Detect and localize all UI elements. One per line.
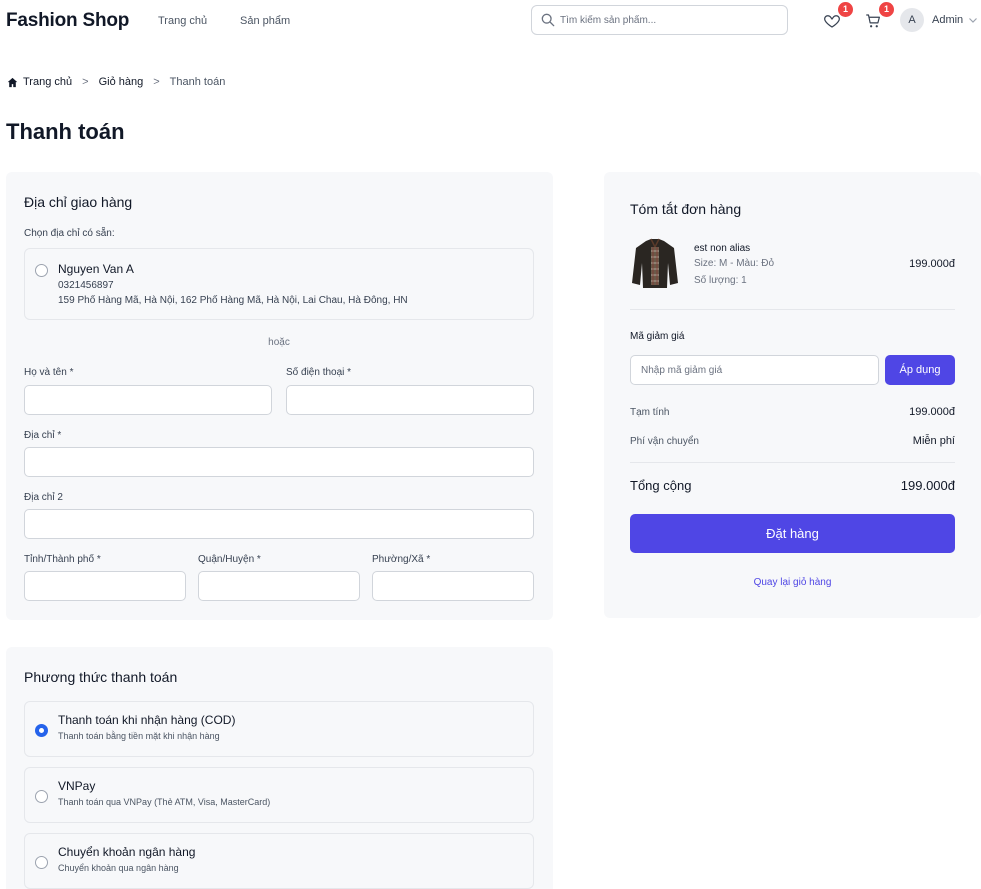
payment-option-cod[interactable]: Thanh toán khi nhận hàng (COD) Thanh toá… xyxy=(24,701,534,757)
wishlist-button[interactable]: 1 xyxy=(822,2,853,31)
city-label: Tỉnh/Thành phố * xyxy=(24,554,101,565)
shipping-title: Địa chỉ giao hàng xyxy=(24,194,133,210)
full-name-field xyxy=(24,385,272,415)
nav-products-link[interactable]: Sản phẩm xyxy=(240,15,290,27)
subtotal-value: 199.000đ xyxy=(909,406,955,418)
user-menu-name[interactable]: Admin xyxy=(932,14,963,26)
brand-logo[interactable]: Fashion Shop xyxy=(6,10,129,32)
cart-button[interactable]: 1 xyxy=(863,2,894,31)
avatar[interactable]: A xyxy=(900,8,924,32)
product-price: 199.000đ xyxy=(909,258,955,270)
product-quantity: Số lượng: 1 xyxy=(694,275,747,286)
nav-home-link[interactable]: Trang chủ xyxy=(158,15,207,27)
product-jacket-thumbnail xyxy=(630,237,680,290)
choose-address-label: Chọn địa chỉ có sẵn: xyxy=(24,228,115,239)
divider xyxy=(630,309,955,310)
page-title: Thanh toán xyxy=(6,119,125,144)
payment-option-desc: Thanh toán qua VNPay (Thẻ ATM, Visa, Mas… xyxy=(58,797,271,807)
or-divider-text: hoặc xyxy=(268,337,290,348)
chevron-right-icon: > xyxy=(153,76,160,88)
coupon-input[interactable] xyxy=(631,356,878,384)
breadcrumb-current: Thanh toán xyxy=(169,76,226,88)
payment-radio-cod[interactable] xyxy=(35,724,48,737)
breadcrumb: Trang chủ > Giỏ hàng > Thanh toán xyxy=(7,76,225,88)
address-field xyxy=(24,447,534,477)
coupon-label: Mã giảm giá xyxy=(630,331,685,342)
chevron-down-icon[interactable] xyxy=(968,15,978,25)
saved-address-name: Nguyen Van A xyxy=(58,262,134,276)
district-label: Quận/Huyện * xyxy=(198,554,261,565)
payment-option-title: Chuyển khoản ngân hàng xyxy=(58,845,196,859)
breadcrumb-home[interactable]: Trang chủ xyxy=(23,76,72,88)
saved-address-phone: 0321456897 xyxy=(58,280,114,291)
full-name-label: Họ và tên * xyxy=(24,367,74,378)
city-input[interactable] xyxy=(25,572,185,600)
district-field xyxy=(198,571,360,601)
place-order-button[interactable]: Đặt hàng xyxy=(630,514,955,553)
total-label: Tổng cộng xyxy=(630,478,692,493)
address-label: Địa chỉ * xyxy=(24,430,62,441)
shipping-fee-label: Phí vận chuyển xyxy=(630,436,699,447)
payment-radio-vnpay[interactable] xyxy=(35,790,48,803)
cart-icon xyxy=(866,14,880,28)
ward-label: Phường/Xã * xyxy=(372,554,431,565)
shipping-fee-value: Miễn phí xyxy=(912,435,955,447)
phone-input[interactable] xyxy=(287,386,533,414)
address2-field xyxy=(24,509,534,539)
payment-option-desc: Thanh toán bằng tiền mặt khi nhận hàng xyxy=(58,731,220,741)
ward-input[interactable] xyxy=(373,572,533,600)
cart-count-badge: 1 xyxy=(879,2,894,17)
product-name: est non alias xyxy=(694,243,751,254)
summary-title: Tóm tắt đơn hàng xyxy=(630,201,742,217)
search-input[interactable] xyxy=(560,11,780,29)
apply-coupon-button[interactable]: Áp dụng xyxy=(885,355,955,385)
phone-field xyxy=(286,385,534,415)
breadcrumb-cart[interactable]: Giỏ hàng xyxy=(99,76,144,88)
saved-address-line: 159 Phố Hàng Mã, Hà Nội, 162 Phố Hàng Mã… xyxy=(58,295,408,306)
coupon-field xyxy=(630,355,879,385)
payment-title: Phương thức thanh toán xyxy=(24,669,178,685)
address2-label: Địa chỉ 2 xyxy=(24,492,63,503)
saved-address-radio[interactable] xyxy=(35,264,48,277)
address-input[interactable] xyxy=(25,448,533,476)
subtotal-label: Tạm tính xyxy=(630,407,670,418)
district-input[interactable] xyxy=(199,572,359,600)
saved-address-option[interactable]: Nguyen Van A 0321456897 159 Phố Hàng Mã,… xyxy=(24,248,534,320)
payment-option-desc: Chuyển khoản qua ngân hàng xyxy=(58,863,179,873)
payment-option-title: Thanh toán khi nhận hàng (COD) xyxy=(58,713,236,727)
address2-input[interactable] xyxy=(25,510,533,538)
home-icon xyxy=(7,77,18,87)
search-icon xyxy=(541,13,555,27)
heart-icon xyxy=(824,15,840,28)
divider xyxy=(630,462,955,463)
wishlist-count-badge: 1 xyxy=(838,2,853,17)
payment-option-title: VNPay xyxy=(58,779,96,793)
payment-option-vnpay[interactable]: VNPay Thanh toán qua VNPay (Thẻ ATM, Vis… xyxy=(24,767,534,823)
search-box xyxy=(531,5,788,35)
payment-radio-bank[interactable] xyxy=(35,856,48,869)
product-variant: Size: M - Màu: Đỏ xyxy=(694,258,775,269)
city-field xyxy=(24,571,186,601)
top-navbar: Fashion Shop Trang chủ Sản phẩm 1 1 A Ad… xyxy=(0,0,981,44)
full-name-input[interactable] xyxy=(25,386,271,414)
total-value: 199.000đ xyxy=(900,478,955,493)
back-to-cart-link[interactable]: Quay lại giỏ hàng xyxy=(630,577,955,588)
chevron-right-icon: > xyxy=(82,76,89,88)
phone-label: Số điện thoại * xyxy=(286,367,352,378)
ward-field xyxy=(372,571,534,601)
payment-option-bank[interactable]: Chuyển khoản ngân hàng Chuyển khoản qua … xyxy=(24,833,534,889)
